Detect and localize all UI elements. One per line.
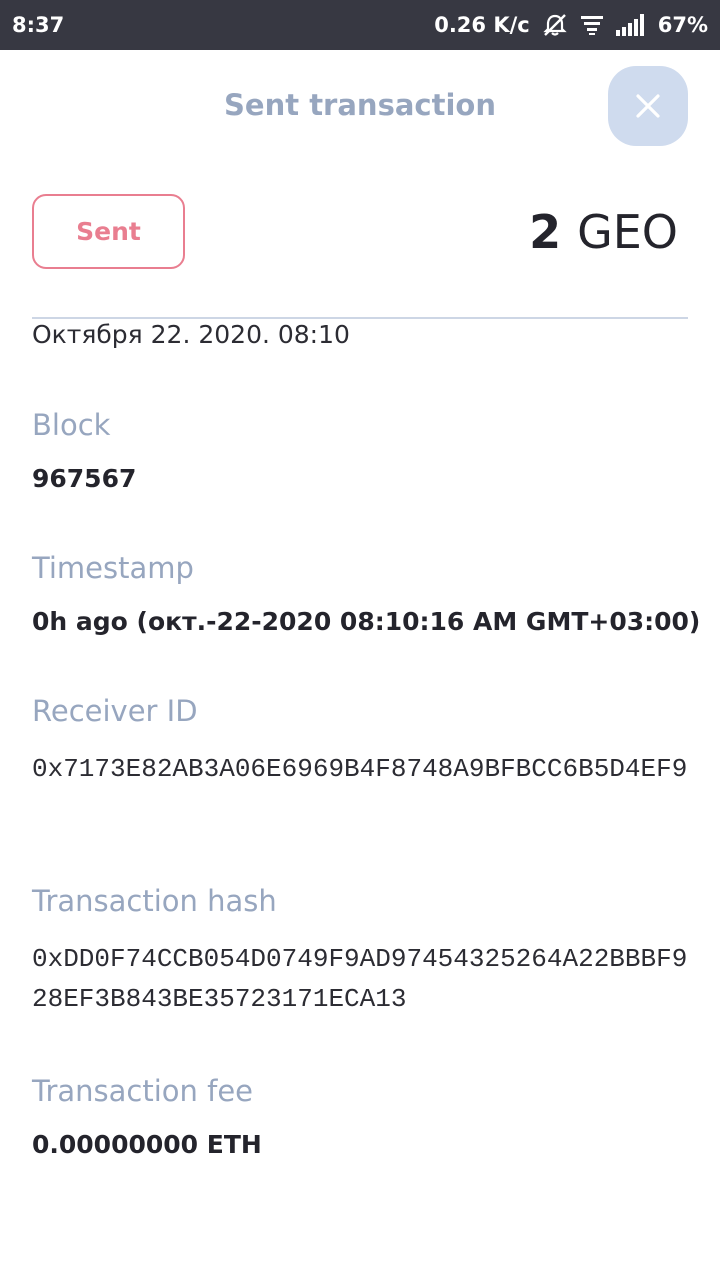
timestamp-value: 0h ago (окт.-22-2020 08:10:16 AM GMT+03:… xyxy=(32,607,701,636)
transaction-fee-value: 0.00000000 ETH xyxy=(32,1130,262,1159)
block-value: 967567 xyxy=(32,464,137,493)
timestamp-label: Timestamp xyxy=(32,551,194,585)
signal-icon xyxy=(615,14,646,36)
close-button[interactable] xyxy=(608,66,688,146)
transaction-amount: 2 GEO xyxy=(529,200,678,264)
transaction-hash-label: Transaction hash xyxy=(32,884,277,918)
status-time: 8:37 xyxy=(12,13,65,37)
status-icons: 0.26 K/c 67% xyxy=(434,12,708,38)
status-badge: Sent xyxy=(32,194,185,269)
transaction-fee-label: Transaction fee xyxy=(32,1074,254,1108)
divider xyxy=(32,317,688,319)
transaction-hash-value[interactable]: 0xDD0F74CCB054D0749F9AD97454325264A22BBB… xyxy=(32,939,692,1019)
status-bar: 8:37 0.26 K/c 67% xyxy=(0,0,720,50)
battery-level: 67% xyxy=(657,13,708,37)
receiver-id-label: Receiver ID xyxy=(32,694,198,728)
receiver-id-value[interactable]: 0x7173E82AB3A06E6969B4F8748A9BFBCC6B5D4E… xyxy=(32,749,692,789)
header: Sent transaction xyxy=(0,50,720,165)
notification-icon xyxy=(580,14,604,36)
block-label: Block xyxy=(32,408,111,442)
alarm-off-icon xyxy=(542,12,568,38)
amount-value: 2 xyxy=(529,205,562,259)
close-icon xyxy=(636,94,660,118)
transaction-date: Октября 22. 2020. 08:10 xyxy=(32,320,350,349)
network-speed: 0.26 K/c xyxy=(434,13,530,37)
amount-currency: GEO xyxy=(577,205,678,259)
